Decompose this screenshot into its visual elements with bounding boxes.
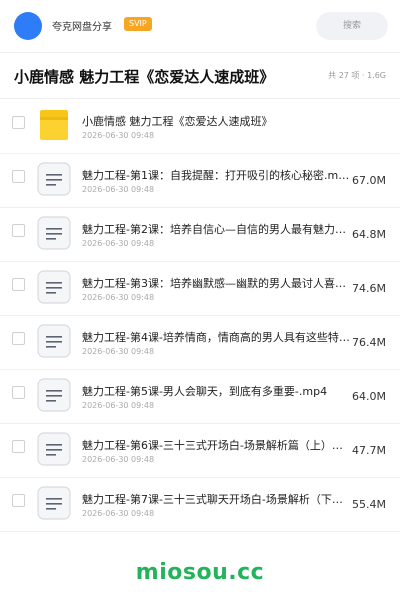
search-input[interactable]: 搜索 xyxy=(316,12,388,40)
svip-badge: SVIP xyxy=(124,17,152,31)
folder-icon xyxy=(40,110,68,140)
row-checkbox[interactable] xyxy=(12,278,25,291)
file-row-6[interactable]: 魅力工程-第6课-三十三式开场白-场景解析篇（上）… 2026-06-30 09… xyxy=(0,424,400,478)
file-row-2[interactable]: 魅力工程-第2课：培养自信心—自信的男人最有魅力（… 2026-06-30 09… xyxy=(0,208,400,262)
file-name: 魅力工程-第3课：培养幽默感—幽默的男人最讨人喜欢… xyxy=(82,277,350,290)
file-date: 2026-06-30 09:48 xyxy=(82,293,155,302)
file-name: 魅力工程-第1课：自我提醒：打开吸引的核心秘密.mp4 xyxy=(82,169,350,182)
file-row-4[interactable]: 魅力工程-第4课-培养情商，情商高的男人具有这些特… 2026-06-30 09… xyxy=(0,316,400,370)
file-icon xyxy=(37,378,71,412)
file-date: 2026-06-30 09:48 xyxy=(82,239,155,248)
file-icon xyxy=(37,162,71,196)
top-bar: 夸克网盘分享 SVIP 搜索 xyxy=(0,0,400,52)
file-size: 47.7M xyxy=(352,444,386,457)
row-checkbox[interactable] xyxy=(12,170,25,183)
file-size: 64.0M xyxy=(352,390,386,403)
file-date: 2026-06-30 09:48 xyxy=(82,455,155,464)
file-size: 76.4M xyxy=(352,336,386,349)
file-row-3[interactable]: 魅力工程-第3课：培养幽默感—幽默的男人最讨人喜欢… 2026-06-30 09… xyxy=(0,262,400,316)
file-row-0[interactable]: 小鹿情感 魅力工程《恋爱达人速成班》 2026-06-30 09:48 xyxy=(0,100,400,154)
file-name: 魅力工程-第6课-三十三式开场白-场景解析篇（上）… xyxy=(82,439,343,452)
file-size: 64.8M xyxy=(352,228,386,241)
file-date: 2026-06-30 09:48 xyxy=(82,131,155,140)
page-title: 小鹿情感 魅力工程《恋爱达人速成班》 xyxy=(14,68,275,86)
file-date: 2026-06-30 09:48 xyxy=(82,401,155,410)
file-name: 魅力工程-第7课-三十三式聊天开场白-场景解析（下… xyxy=(82,493,343,506)
file-date: 2026-06-30 09:48 xyxy=(82,347,155,356)
file-icon xyxy=(37,324,71,358)
row-checkbox[interactable] xyxy=(12,224,25,237)
file-name: 魅力工程-第4课-培养情商，情商高的男人具有这些特… xyxy=(82,331,350,344)
divider xyxy=(0,98,400,99)
avatar[interactable] xyxy=(14,12,42,40)
file-icon xyxy=(37,216,71,250)
row-checkbox[interactable] xyxy=(12,440,25,453)
row-checkbox[interactable] xyxy=(12,332,25,345)
row-checkbox[interactable] xyxy=(12,494,25,507)
row-checkbox[interactable] xyxy=(12,116,25,129)
file-icon xyxy=(37,270,71,304)
file-row-1[interactable]: 魅力工程-第1课：自我提醒：打开吸引的核心秘密.mp4 2026-06-30 0… xyxy=(0,154,400,208)
file-name: 小鹿情感 魅力工程《恋爱达人速成班》 xyxy=(82,115,273,128)
file-size: 67.0M xyxy=(352,174,386,187)
folder-meta: 共 27 项 · 1.6G xyxy=(328,71,386,80)
file-date: 2026-06-30 09:48 xyxy=(82,509,155,518)
watermark: miosou.cc xyxy=(135,560,265,585)
file-date: 2026-06-30 09:48 xyxy=(82,185,155,194)
file-icon xyxy=(37,486,71,520)
share-user-name: 夸克网盘分享 xyxy=(52,22,112,33)
file-list: 小鹿情感 魅力工程《恋爱达人速成班》 2026-06-30 09:48 魅力工程… xyxy=(0,100,400,532)
file-icon xyxy=(37,432,71,466)
file-size: 55.4M xyxy=(352,498,386,511)
file-name: 魅力工程-第5课-男人会聊天，到底有多重要-.mp4 xyxy=(82,385,328,398)
row-checkbox[interactable] xyxy=(12,386,25,399)
file-name: 魅力工程-第2课：培养自信心—自信的男人最有魅力（… xyxy=(82,223,350,236)
folder-header: 小鹿情感 魅力工程《恋爱达人速成班》 共 27 项 · 1.6G xyxy=(0,52,400,98)
file-row-7[interactable]: 魅力工程-第7课-三十三式聊天开场白-场景解析（下… 2026-06-30 09… xyxy=(0,478,400,532)
file-size: 74.6M xyxy=(352,282,386,295)
file-row-5[interactable]: 魅力工程-第5课-男人会聊天，到底有多重要-.mp4 2026-06-30 09… xyxy=(0,370,400,424)
